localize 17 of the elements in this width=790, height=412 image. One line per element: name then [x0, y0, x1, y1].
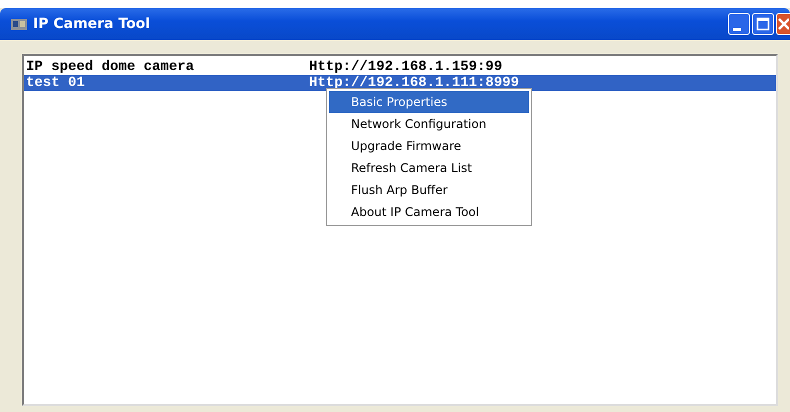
close-button[interactable] [776, 13, 790, 35]
camera-url: Http://192.168.1.159:99 [309, 59, 502, 75]
menu-item[interactable]: Refresh Camera List [329, 157, 529, 179]
camera-url: Http://192.168.1.111:8999 [309, 75, 520, 91]
camera-name: test 01 [25, 75, 86, 91]
menu-item[interactable]: About IP Camera Tool [329, 201, 529, 223]
menu-item[interactable]: Flush Arp Buffer [329, 179, 529, 201]
menu-item[interactable]: Upgrade Firmware [329, 135, 529, 157]
minimize-icon [733, 28, 741, 30]
camera-name: IP speed dome camera [25, 59, 196, 75]
camera-row[interactable]: IP speed dome camera Http://192.168.1.159:99 [24, 59, 776, 75]
menu-item[interactable]: Basic Properties [329, 91, 529, 113]
minimize-button[interactable] [728, 13, 750, 35]
maximize-button[interactable] [752, 13, 774, 35]
menu-item[interactable]: Network Configuration [329, 113, 529, 135]
camera-row[interactable]: test 01 Http://192.168.1.111:8999 [24, 75, 776, 91]
window-title: IP Camera Tool [33, 16, 152, 32]
